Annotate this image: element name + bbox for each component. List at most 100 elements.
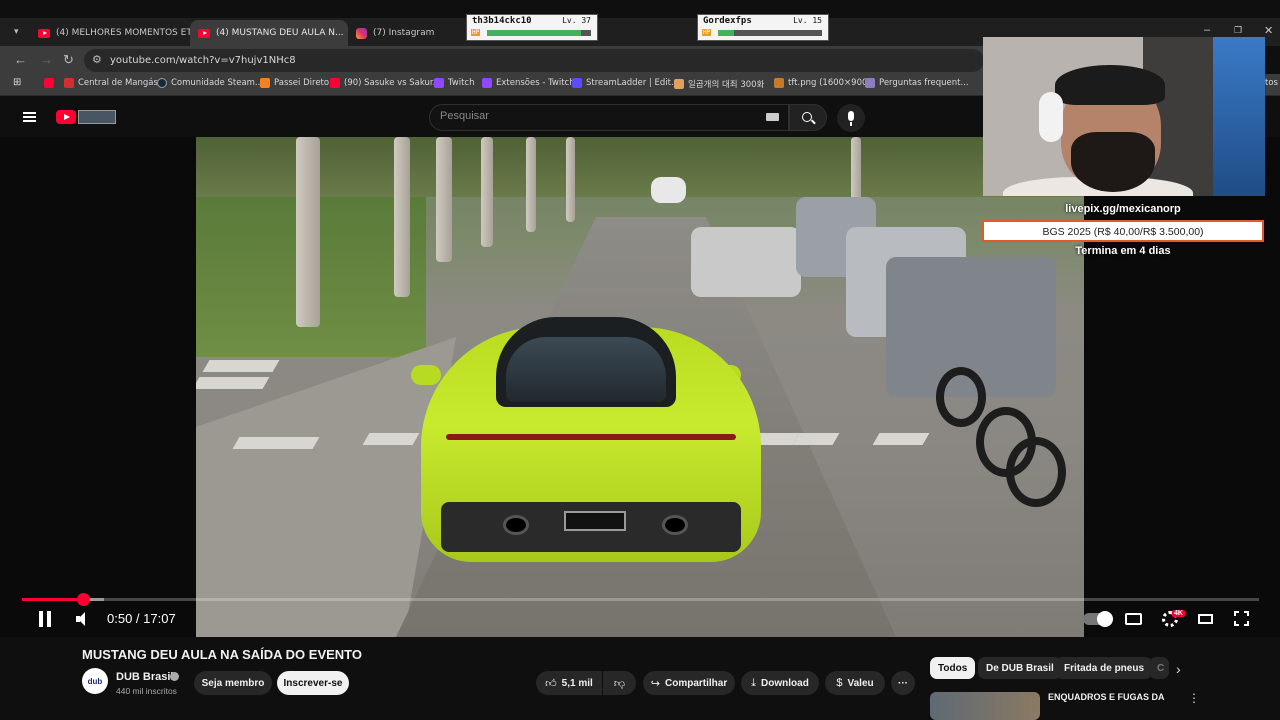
chip-de-dub-brasil[interactable]: De DUB Brasil	[978, 657, 1062, 679]
bookmark-sasuke[interactable]: (90) Sasuke vs Sakur...	[330, 78, 441, 88]
steam-icon	[157, 78, 167, 88]
chip-fritada-de-pneus[interactable]: Fritada de pneus	[1056, 657, 1153, 679]
palm-trunk	[566, 137, 575, 222]
keyboard-icon[interactable]	[766, 113, 779, 121]
share-button[interactable]: ↪ Compartilhar	[643, 671, 735, 695]
bookmark-central-mangas[interactable]: Central de Mangás	[64, 78, 158, 88]
progress-bar[interactable]	[22, 593, 1259, 606]
hp-fill	[487, 30, 581, 36]
tab-melhores-momentos[interactable]: (4) MELHORES MOMENTOS ET... ✕	[30, 20, 190, 46]
subtitles-icon[interactable]	[1125, 613, 1142, 625]
recommendation-thumbnail[interactable]	[930, 692, 1040, 720]
pause-icon[interactable]	[37, 611, 53, 627]
twitch-icon	[434, 78, 444, 88]
bookmark-perguntas[interactable]: Perguntas frequent...	[865, 78, 969, 88]
porsche-rear-window	[506, 337, 666, 402]
omnibox[interactable]: ⚙ youtube.com/watch?v=v7hujv1NHc8	[84, 49, 984, 72]
pet-card-gordexfps: Gordexfps Lv. 15 HP	[697, 14, 829, 41]
bookmark-steam[interactable]: Comunidade Steam...	[157, 78, 263, 88]
tab-mustang[interactable]: (4) MUSTANG DEU AULA N... 🔊 ✕	[190, 20, 348, 46]
bookmark-youtube[interactable]	[44, 78, 54, 88]
chip-partial[interactable]: C	[1149, 657, 1169, 679]
webcam-hair	[1055, 65, 1165, 105]
subscribe-button[interactable]: Inscrever-se	[277, 671, 349, 695]
goal-text: BGS 2025 (R$ 40,00/R$ 3.500,00)	[1042, 226, 1204, 238]
menu-icon[interactable]	[23, 112, 36, 122]
youtube-icon	[198, 28, 210, 38]
back-icon[interactable]: ←	[14, 52, 27, 67]
pet-name: Gordexfps	[703, 16, 752, 26]
thumbs-down-icon: 👎︎	[613, 677, 626, 690]
site-info-icon[interactable]: ⚙	[92, 53, 102, 66]
livepix-url: livepix.gg/mexicanorp	[1065, 203, 1181, 215]
more-actions-button[interactable]: ···	[891, 671, 915, 695]
chip-todos[interactable]: Todos	[930, 657, 976, 679]
white-car	[651, 177, 686, 203]
pet-name: th3b14ckc10	[472, 16, 532, 26]
exhaust-right	[662, 515, 688, 535]
bookmark-more[interactable]: tos	[1265, 78, 1278, 88]
autoplay-toggle[interactable]	[1083, 611, 1113, 627]
join-button[interactable]: Seja membro	[194, 671, 272, 695]
hp-bar	[487, 30, 591, 36]
bookmark-streamladder[interactable]: StreamLadder | Edit...	[572, 78, 679, 88]
search-input[interactable]	[440, 110, 740, 122]
video-title: MUSTANG DEU AULA NA SAÍDA DO EVENTO	[82, 647, 362, 662]
recommendation-title[interactable]: ENQUADROS E FUGAS DA	[1048, 692, 1165, 702]
manga-icon	[64, 78, 74, 88]
bookmark-tft[interactable]: tft.png (1600×900)	[774, 78, 871, 88]
youtube-logo[interactable]	[56, 110, 76, 124]
bookmark-extensoes-twitch[interactable]: Extensões - Twitch	[482, 78, 575, 88]
tab-label: (4) MUSTANG DEU AULA N...	[216, 28, 344, 38]
quality-badge: 4K	[1172, 610, 1185, 617]
faq-icon	[865, 78, 875, 88]
youtube-icon	[330, 78, 340, 88]
webcam-beard	[1071, 132, 1155, 192]
apps-icon[interactable]: ⊞	[13, 77, 21, 88]
minimize-icon[interactable]: –	[1204, 24, 1210, 36]
video-frame[interactable]	[196, 137, 1084, 637]
bookmark-passei-direto[interactable]: Passei Direto	[260, 78, 329, 88]
twitch-icon	[482, 78, 492, 88]
headset-icon	[1039, 92, 1063, 142]
reload-icon[interactable]: ↻	[63, 52, 74, 68]
logo-doodle[interactable]	[78, 110, 116, 124]
palm-trunk	[526, 137, 536, 232]
hp-label: HP	[471, 29, 481, 36]
youtube-icon	[38, 28, 50, 38]
tab-search-icon[interactable]: ▾	[14, 26, 19, 37]
more-vert-icon[interactable]: ⋮	[1188, 691, 1200, 705]
passei-direto-icon	[260, 78, 270, 88]
download-button[interactable]: ⤓ Download	[741, 671, 819, 695]
like-button[interactable]: 👍︎ 5,1 mil	[536, 671, 602, 695]
donation-goal-bar: BGS 2025 (R$ 40,00/R$ 3.500,00)	[982, 220, 1264, 242]
tab-instagram[interactable]: (7) Instagram	[348, 20, 466, 46]
pet-level: Lv. 37	[562, 16, 591, 25]
channel-name[interactable]: DUB Brasil	[116, 671, 173, 683]
channel-avatar[interactable]: dub	[82, 668, 108, 694]
search-icon[interactable]	[802, 112, 812, 122]
instagram-icon	[356, 27, 367, 39]
fullscreen-icon[interactable]	[1233, 610, 1250, 627]
tree-canopy	[196, 137, 1084, 197]
bookmark-nanatsu[interactable]: 일곱개의 대죄 300화	[674, 78, 764, 90]
crosswalk-stripe	[232, 437, 320, 449]
bookmark-twitch[interactable]: Twitch	[434, 78, 475, 88]
webcam-backdrop	[1213, 37, 1265, 196]
exhaust-left	[503, 515, 529, 535]
thanks-button[interactable]: $ Valeu	[825, 671, 885, 695]
license-plate	[564, 511, 626, 531]
progress-scrubber[interactable]	[76, 593, 90, 606]
microphone-icon[interactable]	[837, 104, 865, 132]
window-close-icon[interactable]: ✕	[1264, 24, 1273, 37]
restore-icon[interactable]: ❐	[1234, 25, 1242, 36]
volume-icon[interactable]	[76, 612, 90, 626]
chevron-right-icon[interactable]: ›	[1176, 661, 1181, 677]
dislike-button[interactable]: 👎︎	[603, 671, 636, 695]
search-box[interactable]	[429, 104, 789, 131]
time-display: 0:50 / 17:07	[107, 611, 176, 626]
hp-bar	[718, 30, 822, 36]
forward-icon[interactable]: →	[40, 52, 53, 67]
crosswalk-stripe	[196, 377, 270, 389]
theater-mode-icon[interactable]	[1198, 614, 1213, 624]
